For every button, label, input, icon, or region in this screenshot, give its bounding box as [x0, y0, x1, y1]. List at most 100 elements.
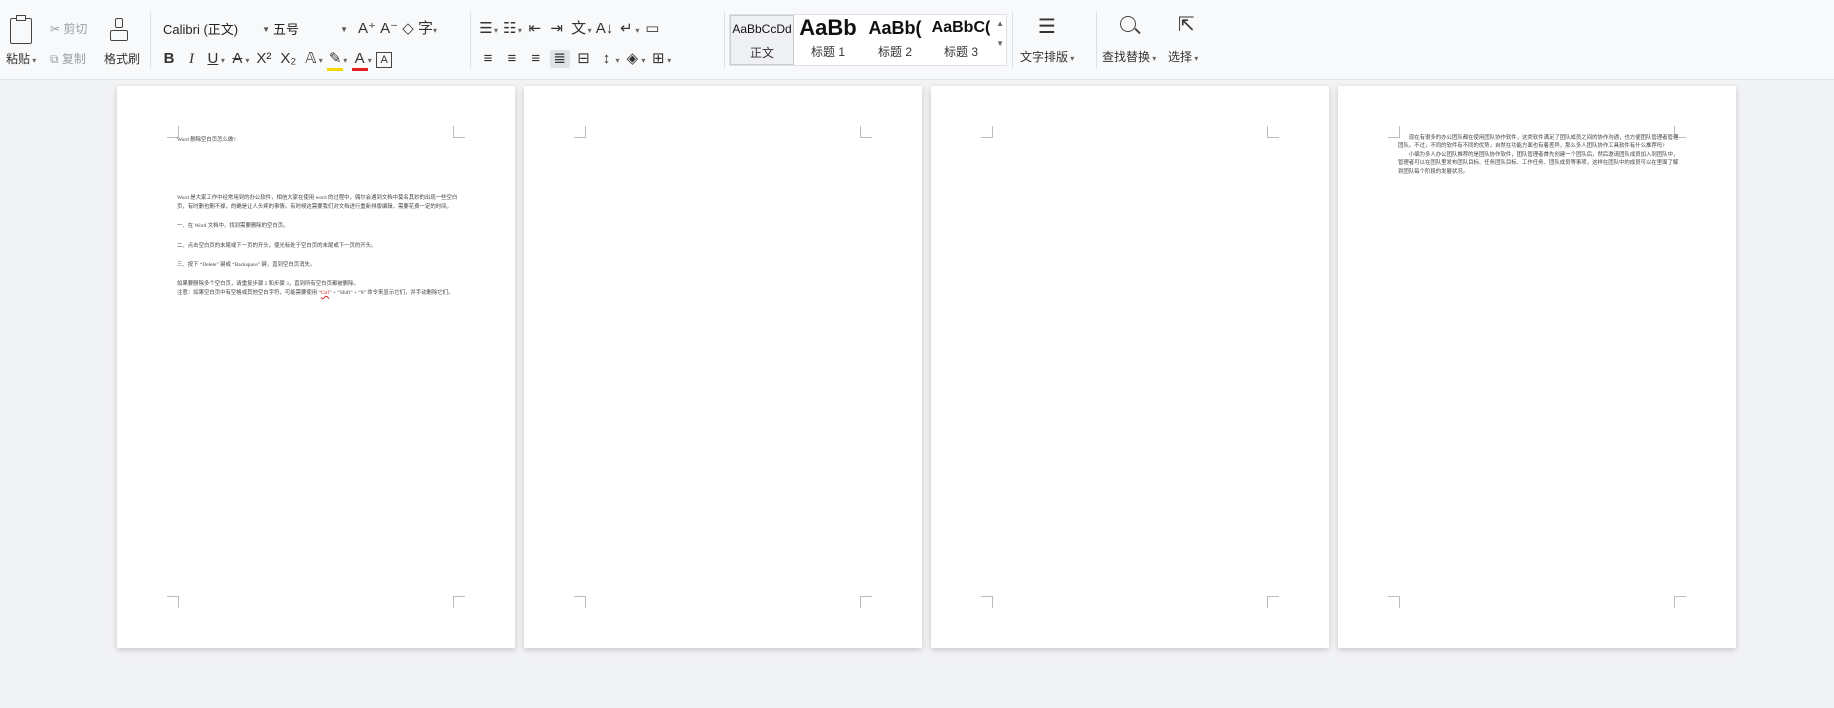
- chevron-down-icon: ▼: [340, 25, 348, 34]
- divider: [470, 12, 471, 68]
- paste-label: 粘贴: [6, 52, 31, 66]
- text-run: ” + “Shift” + “8” 命令来显示它们，并手动删除它们。: [329, 289, 454, 296]
- text-layout-icon[interactable]: ☰: [1038, 16, 1056, 38]
- shrink-font-icon[interactable]: A⁻: [380, 20, 398, 38]
- phonetic-guide-icon[interactable]: 字: [418, 20, 433, 38]
- paragraph-row-1: ☰▾ ☷▾ ⇤ ⇥ 文 ▾ A↓ ↵ ▾ ▭: [478, 20, 661, 38]
- font-format-row: B I U ▾ A ▾ X² X₂ 𝔸 ▾ ✎ ▾ A ▾ A: [160, 50, 393, 71]
- distributed-icon[interactable]: ⊟: [574, 50, 594, 68]
- styles-gallery: AaBbCcDd 正文 AaBb 标题 1 AaBb( 标题 2 AaBbC( …: [729, 14, 1007, 66]
- highlight-icon[interactable]: ✎: [327, 50, 344, 71]
- paste-button[interactable]: 粘贴 ▾: [6, 50, 36, 67]
- paragraph-row-2: ≡ ≡ ≡ ≣ ⊟ ↕ ▾ ◈ ▾ ⊞ ▾: [478, 50, 671, 68]
- body-paragraph: 注意：如果空白页中有空格或其他空白字符，可能需要使用 “Ctrl” + “Shi…: [177, 289, 461, 297]
- font-name-value: Calibri (正文): [163, 22, 239, 37]
- find-replace-button[interactable]: 查找替换 ▾: [1102, 48, 1156, 65]
- char-border-icon[interactable]: A: [376, 52, 393, 68]
- page-corner-mark: [167, 596, 179, 608]
- justify-icon[interactable]: ≣: [549, 50, 570, 68]
- font-color-icon[interactable]: A: [351, 50, 368, 71]
- chinese-layout-icon[interactable]: 文: [570, 20, 588, 38]
- font-size-value: 五号: [273, 22, 300, 37]
- font-name-select[interactable]: Calibri (正文) ▼: [158, 20, 274, 40]
- search-icon[interactable]: [1120, 16, 1141, 35]
- document-page-2[interactable]: [524, 86, 922, 648]
- grow-font-icon[interactable]: A⁺: [358, 20, 376, 38]
- style-normal[interactable]: AaBbCcDd 正文: [730, 15, 794, 65]
- copy-label: 复制: [61, 52, 86, 66]
- decrease-indent-icon[interactable]: ⇤: [526, 20, 544, 38]
- page-corner-mark: [1674, 596, 1686, 608]
- increase-indent-icon[interactable]: ⇥: [548, 20, 566, 38]
- text-layout-button[interactable]: 文字排版 ▾: [1020, 48, 1074, 65]
- body-paragraph: Word 是大家工作中经常用到的办公软件，相信大家在使用 word 的过程中，偶…: [177, 195, 458, 210]
- font-size-controls: A⁺ A⁻ ◇ 字▾: [358, 20, 437, 38]
- sort-icon[interactable]: A↓: [596, 20, 614, 38]
- paragraph-group: ☰▾ ☷▾ ⇤ ⇥ 文 ▾ A↓ ↵ ▾ ▭ ≡ ≡ ≡ ≣ ⊟ ↕ ▾ ◈ ▾ ⊞ ▾: [476, 6, 716, 76]
- divider: [1012, 12, 1013, 68]
- bold-icon[interactable]: B: [160, 50, 178, 68]
- editing-group: ☰ 文字排版 ▾ 查找替换 ▾ ⇱ 选择 ▾: [1016, 6, 1216, 76]
- find-replace-label: 查找替换: [1102, 50, 1151, 64]
- gallery-scroll-controls[interactable]: ▲ ▼: [996, 19, 1004, 49]
- strikethrough-icon[interactable]: A: [229, 50, 245, 68]
- font-group: Calibri (正文) ▼ 五号 ▼ A⁺ A⁻ ◇ 字▾ B I U ▾ A ▾ X…: [156, 6, 456, 76]
- style-label: 正文: [749, 46, 774, 60]
- align-center-icon[interactable]: ≡: [502, 50, 522, 68]
- scissors-icon: ✂: [50, 22, 64, 36]
- divider: [150, 12, 151, 68]
- document-page-3[interactable]: [931, 86, 1329, 648]
- select-button[interactable]: 选择 ▾: [1168, 48, 1198, 65]
- line-spacing-icon[interactable]: ↕: [597, 50, 615, 68]
- body-paragraph: 现在有很多的办公团队都在使用团队协作软件，这类软件满足了团队成员之间的协作沟通，…: [1398, 135, 1679, 150]
- divider: [1096, 12, 1097, 68]
- align-left-icon[interactable]: ≡: [478, 50, 498, 68]
- format-painter-button[interactable]: 格式刷: [104, 50, 140, 67]
- format-painter-icon[interactable]: [110, 18, 128, 42]
- page-corner-mark: [1388, 596, 1400, 608]
- italic-icon[interactable]: I: [182, 50, 200, 68]
- borders-icon[interactable]: ⊞: [649, 50, 667, 68]
- page-corner-mark: [981, 126, 993, 138]
- style-sample: AaBbC(: [931, 19, 991, 36]
- paste-icon[interactable]: [10, 15, 32, 44]
- style-heading-2[interactable]: AaBb( 标题 2: [862, 15, 928, 65]
- shading-icon[interactable]: ◈: [623, 50, 641, 68]
- underline-icon[interactable]: U: [205, 50, 221, 68]
- style-label: 标题 1: [810, 45, 845, 59]
- cut-button[interactable]: ✂ 剪切: [50, 20, 87, 37]
- style-heading-3[interactable]: AaBbC( 标题 3: [928, 15, 994, 65]
- align-right-icon[interactable]: ≡: [526, 50, 546, 68]
- numbered-list-icon[interactable]: ☷: [502, 20, 518, 38]
- font-size-select[interactable]: 五号 ▼: [268, 20, 352, 40]
- style-sample: AaBbCcDd: [732, 22, 792, 36]
- page-corner-mark: [860, 126, 872, 138]
- clipboard-group: 粘贴 ▾ ✂ 剪切 ⧉ 复制 格式刷: [4, 6, 146, 76]
- ruler-icon[interactable]: ▭: [643, 20, 661, 38]
- page-content: 现在有很多的办公团队都在使用团队协作软件，这类软件满足了团队成员之间的协作沟通，…: [1398, 134, 1682, 176]
- copy-button[interactable]: ⧉ 复制: [50, 50, 86, 67]
- body-paragraph: 二、点击空白页的末尾或下一页的开头，使光标处于空白页的末尾或下一页的开头。: [177, 242, 377, 249]
- text-effect-icon[interactable]: 𝔸: [303, 50, 319, 68]
- show-marks-icon[interactable]: ↵: [617, 20, 635, 38]
- superscript-icon[interactable]: X²: [254, 50, 274, 68]
- body-paragraph: 三、按下 “Delete” 键或 “Backspace” 键，直到空白页消失。: [177, 262, 316, 269]
- document-page-1[interactable]: Word 删除空白页怎么做? Word 是大家工作中经常用到的办公软件，相信大家…: [117, 86, 515, 648]
- style-heading-1[interactable]: AaBb 标题 1: [794, 15, 862, 65]
- document-page-4[interactable]: 现在有很多的办公团队都在使用团队协作软件，这类软件满足了团队成员之间的协作沟通，…: [1338, 86, 1736, 648]
- ribbon-toolbar: 粘贴 ▾ ✂ 剪切 ⧉ 复制 格式刷 Calibri (正文) ▼ 五号 ▼ A⁺ …: [0, 0, 1834, 80]
- cursor-icon[interactable]: ⇱: [1178, 14, 1195, 36]
- page-corner-mark: [453, 596, 465, 608]
- page-corner-mark: [574, 596, 586, 608]
- page-content: Word 删除空白页怎么做? Word 是大家工作中经常用到的办公软件，相信大家…: [177, 136, 461, 297]
- page-corner-mark: [1267, 126, 1279, 138]
- copy-icon: ⧉: [50, 52, 62, 66]
- body-paragraph: 小编为多人办公团队推荐的是团队协作软件，团队管理者首先创建一个团队后，然后邀请团…: [1398, 151, 1679, 175]
- bullet-list-icon[interactable]: ☰: [478, 20, 494, 38]
- select-label: 选择: [1168, 50, 1193, 64]
- page-corner-mark: [1267, 596, 1279, 608]
- text-layout-label: 文字排版: [1020, 50, 1069, 64]
- subscript-icon[interactable]: X₂: [278, 50, 298, 68]
- clear-format-icon[interactable]: ◇: [402, 20, 414, 38]
- document-title: Word 删除空白页怎么做?: [177, 137, 236, 143]
